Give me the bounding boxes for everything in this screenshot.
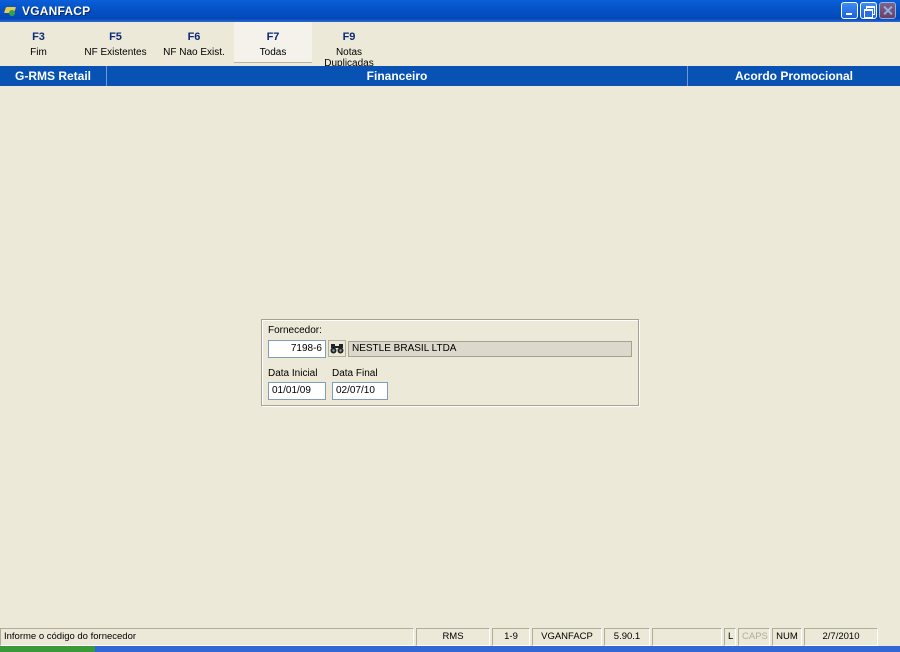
fkey-code: F3 xyxy=(32,31,45,43)
fkey-code: F5 xyxy=(109,31,122,43)
window-controls xyxy=(841,2,896,19)
close-icon[interactable] xyxy=(879,2,896,19)
f6-nf-nao-exist-button[interactable]: F6 NF Nao Exist. xyxy=(154,22,234,63)
restore-icon[interactable] xyxy=(860,2,877,19)
fornecedor-name-display: NESTLE BRASIL LTDA xyxy=(348,341,632,357)
status-program: VGANFACP xyxy=(532,628,602,646)
start-button[interactable] xyxy=(0,646,95,652)
window-title: VGANFACP xyxy=(22,4,91,18)
status-system: RMS xyxy=(416,628,490,646)
fkey-code: F6 xyxy=(187,31,201,43)
fkey-code: F9 xyxy=(342,31,356,43)
binoculars-icon[interactable] xyxy=(328,340,346,357)
minimize-icon[interactable] xyxy=(841,2,858,19)
status-version: 5.90.1 xyxy=(604,628,650,646)
status-num: NUM xyxy=(772,628,802,646)
status-bar: Informe o código do fornecedor RMS 1-9 V… xyxy=(0,628,900,646)
status-caps: CAPS xyxy=(738,628,770,646)
fkey-label: Todas xyxy=(259,47,287,58)
product-name: G-RMS Retail xyxy=(14,69,91,83)
f9-notas-duplicadas-button[interactable]: F9 Notas Duplicadas xyxy=(312,22,386,69)
f5-nf-existentes-button[interactable]: F5 NF Existentes xyxy=(77,22,154,63)
module-header: G-RMS Retail Financeiro Acordo Promocion… xyxy=(0,66,900,86)
status-date: 2/7/2010 xyxy=(804,628,878,646)
fkey-label: NF Nao Exist. xyxy=(163,47,225,58)
module-name: Financeiro xyxy=(366,69,428,83)
fkey-label: Fim xyxy=(30,47,47,58)
screen-name: Acordo Promocional xyxy=(734,69,853,83)
fornecedor-code-input[interactable]: 7198-6 xyxy=(268,340,326,358)
status-empty xyxy=(652,628,722,646)
status-l: L xyxy=(724,628,736,646)
taskbar-strip xyxy=(0,646,900,652)
f3-fim-button[interactable]: F3 Fim xyxy=(0,22,77,63)
function-key-toolbar: F3 Fim F5 NF Existentes F6 NF Nao Exist.… xyxy=(0,22,900,69)
data-final-label: Data Final xyxy=(332,368,378,379)
status-range: 1-9 xyxy=(492,628,530,646)
fkey-label: NF Existentes xyxy=(84,47,147,58)
data-inicial-label: Data Inicial xyxy=(268,368,318,379)
data-inicial-input[interactable]: 01/01/09 xyxy=(268,382,326,400)
fornecedor-label: Fornecedor: xyxy=(268,325,322,336)
f7-todas-button[interactable]: F7 Todas xyxy=(234,22,312,63)
status-message: Informe o código do fornecedor xyxy=(0,628,414,646)
data-final-input[interactable]: 02/07/10 xyxy=(332,382,388,400)
title-bar[interactable]: VGANFACP xyxy=(0,0,900,22)
fkey-code: F7 xyxy=(266,31,280,43)
filter-panel: Fornecedor: 7198-6 NESTLE BRASIL LTDA Da… xyxy=(261,319,639,406)
app-icon xyxy=(3,4,19,18)
